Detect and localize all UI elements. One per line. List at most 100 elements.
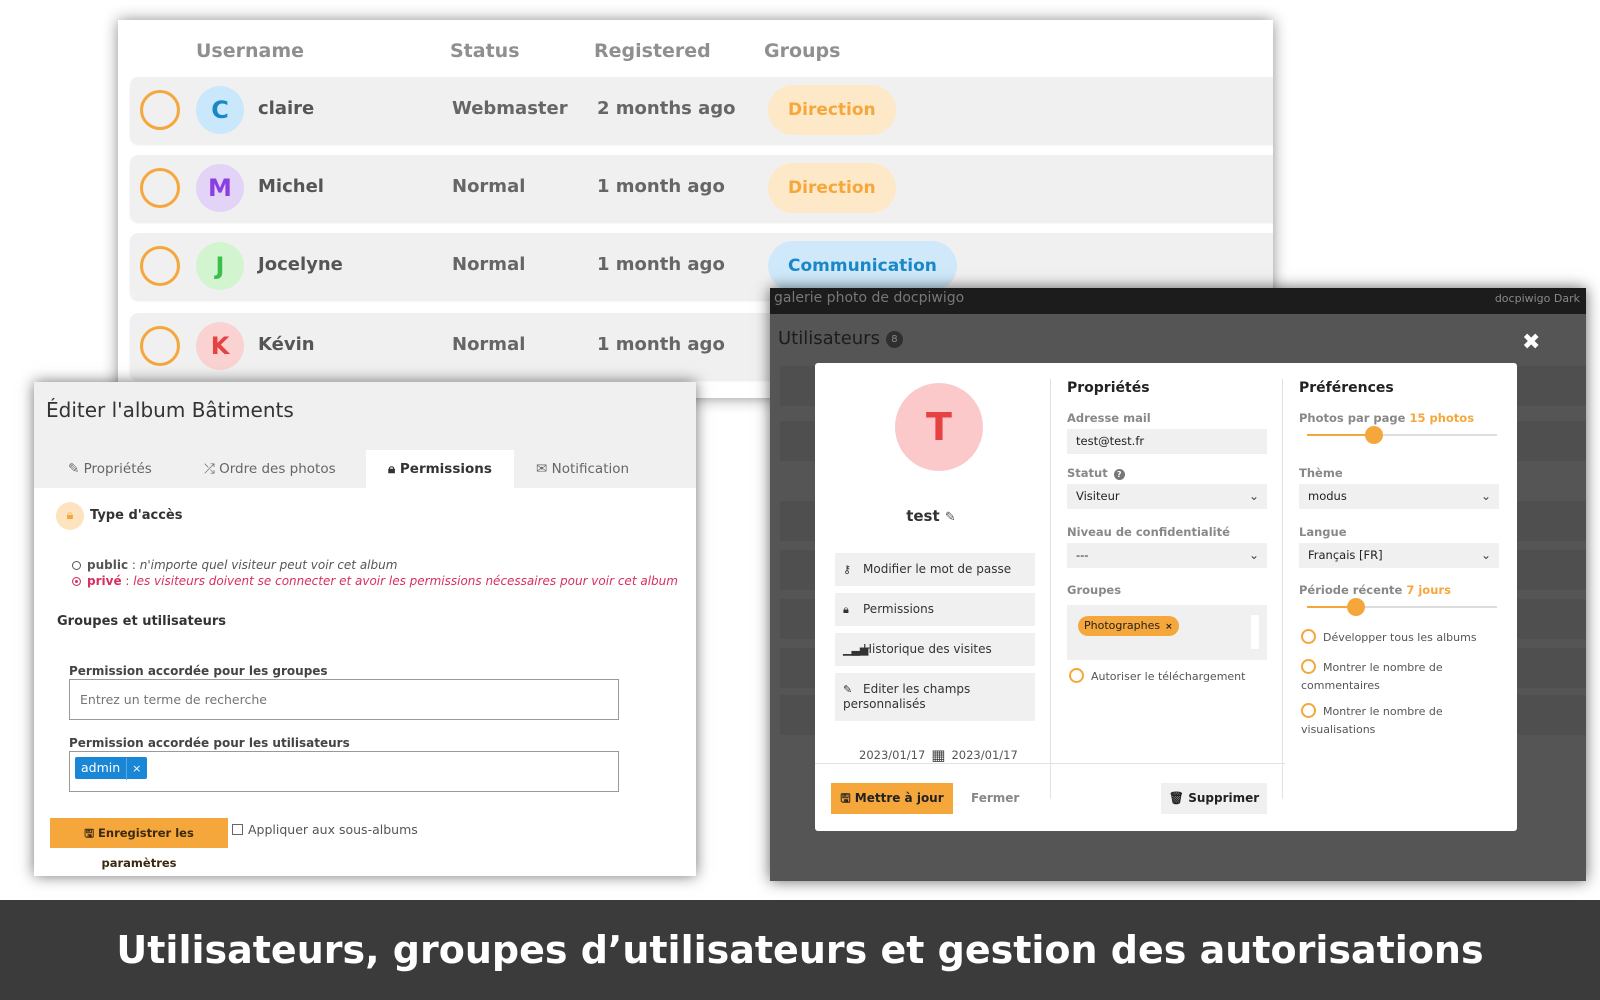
chevron-down-icon: ⌄ (1248, 489, 1259, 503)
privacy-select[interactable]: --- ⌄ (1067, 543, 1267, 568)
edit-name-pencil-icon[interactable]: ✎ (945, 510, 956, 525)
tab-permissions[interactable]: 🔒︎ Permissions (366, 450, 514, 488)
date-start: 2023/01/17 (859, 748, 926, 762)
show-views-count-option[interactable]: Montrer le nombre de visualisations (1301, 703, 1511, 739)
user-row[interactable]: M Michel Normal 1 month ago Direction (130, 155, 1273, 221)
chevron-down-icon: ⌄ (1248, 548, 1259, 562)
email-label: Adresse mail (1067, 411, 1151, 425)
topbar-user-links[interactable]: docpiwigo Dark (1495, 292, 1580, 305)
username[interactable]: Jocelyne (258, 254, 343, 275)
username[interactable]: Michel (258, 176, 324, 197)
user-summary-column: T test ✎ ⚷ Modifier le mot de passe 🔒︎ Per… (815, 363, 1047, 831)
photos-per-page-slider[interactable] (1307, 426, 1497, 444)
language-select[interactable]: Français [FR] ⌄ (1299, 543, 1499, 568)
footer-divider (815, 763, 1285, 764)
radio-dot[interactable] (72, 561, 81, 570)
show-views-count-toggle[interactable] (1301, 703, 1316, 718)
change-password-button[interactable]: ⚷ Modifier le mot de passe (835, 553, 1035, 586)
allow-download-label: Autoriser le téléchargement (1091, 670, 1246, 683)
action-label: Permissions (863, 602, 934, 616)
delete-button[interactable]: 🗑︎ Supprimer (1161, 783, 1267, 814)
remove-tag-icon[interactable]: × (126, 758, 141, 780)
expand-albums-toggle[interactable] (1301, 629, 1316, 644)
radio-description: n'importe quel visiteur peut voir cet al… (139, 558, 398, 572)
preferences-heading: Préférences (1299, 380, 1394, 396)
status-label-text: Statut (1067, 466, 1108, 480)
properties-heading: Propriétés (1067, 380, 1150, 396)
language-label: Langue (1299, 525, 1347, 539)
recent-period-slider[interactable] (1307, 598, 1497, 616)
username[interactable]: claire (258, 98, 314, 119)
row-select-toggle[interactable] (140, 90, 180, 130)
update-label: Mettre à jour (854, 791, 944, 805)
pencil-icon: ✎ (843, 683, 853, 696)
close-button[interactable]: Fermer (971, 791, 1019, 805)
row-select-toggle[interactable] (140, 168, 180, 208)
status-select[interactable]: Visiteur ⌄ (1067, 484, 1267, 509)
show-comments-count-option[interactable]: Montrer le nombre de commentaires (1301, 659, 1501, 695)
edit-custom-fields-button[interactable]: ✎ Editer les champs personnalisés (835, 673, 1035, 721)
tab-notification[interactable]: ✉ Notification (536, 450, 629, 488)
column-divider (1282, 379, 1283, 799)
radio-public[interactable]: public : n'importe quel visiteur peut vo… (72, 558, 397, 572)
row-select-toggle[interactable] (140, 326, 180, 366)
group-badge: Direction (768, 163, 896, 213)
page-title: Utilisateurs 8 (778, 328, 903, 349)
tab-properties[interactable]: ✎ Propriétés (68, 450, 152, 488)
recent-period-label: Période récente 7 jours (1299, 583, 1451, 597)
pencil-icon: ✎ (68, 461, 80, 477)
username[interactable]: Kévin (258, 334, 315, 355)
column-username[interactable]: Username (196, 40, 304, 62)
tab-photo-order[interactable]: ⤮ Ordre des photos (204, 450, 336, 488)
registered-date: 2 months ago (597, 98, 736, 119)
users-permission-field[interactable]: admin × (69, 751, 619, 792)
gallery-title[interactable]: galerie photo de docpiwigo (774, 290, 964, 306)
permissions-button[interactable]: 🔒︎ Permissions (835, 593, 1035, 626)
access-type-heading: Type d'accès (90, 508, 183, 523)
remove-tag-icon[interactable]: × (1165, 622, 1173, 632)
admin-users-panel: galerie photo de docpiwigo docpiwigo Dar… (770, 288, 1586, 881)
user-row[interactable]: C claire Webmaster 2 months ago Directio… (130, 77, 1273, 143)
date-end: 2023/01/17 (951, 748, 1018, 762)
radio-dot[interactable] (72, 577, 81, 586)
user-tag: admin × (75, 757, 148, 780)
apply-sub-albums-option[interactable]: Appliquer aux sous-albums (232, 822, 418, 837)
groups-field[interactable]: Photographes × (1067, 605, 1267, 660)
groups-permission-field[interactable] (69, 679, 619, 720)
option-label: Montrer le nombre de visualisations (1301, 705, 1443, 736)
radio-description: les visiteurs doivent se connecter et av… (133, 574, 678, 588)
apply-sub-albums-checkbox[interactable] (232, 824, 243, 835)
help-icon[interactable]: ? (1113, 469, 1125, 480)
radio-private[interactable]: privé : les visiteurs doivent se connect… (72, 574, 678, 588)
column-status[interactable]: Status (450, 40, 520, 62)
theme-select[interactable]: modus ⌄ (1299, 484, 1499, 509)
column-registered[interactable]: Registered (594, 40, 711, 62)
groups-users-heading: Groupes et utilisateurs (57, 614, 226, 629)
users-permission-label: Permission accordée pour les utilisateur… (69, 736, 350, 750)
allow-download-option[interactable]: Autoriser le téléchargement (1069, 668, 1245, 686)
save-settings-button[interactable]: 🖫 Enregistrer les paramètres (50, 818, 228, 870)
column-groups[interactable]: Groups (764, 40, 840, 62)
close-icon[interactable]: ✖ (1522, 330, 1540, 355)
email-field[interactable]: test@test.fr (1067, 429, 1267, 454)
slider-fill (1307, 434, 1374, 436)
expand-albums-option[interactable]: Développer tous les albums (1301, 629, 1501, 647)
scrollbar[interactable] (1251, 615, 1259, 649)
lock-icon: 🔒︎ (56, 502, 84, 530)
user-count-badge: 8 (885, 331, 903, 348)
slider-handle[interactable] (1364, 426, 1383, 444)
tab-label: Propriétés (83, 461, 152, 477)
row-select-toggle[interactable] (140, 246, 180, 286)
group-badge: Direction (768, 85, 896, 135)
avatar: K (196, 322, 244, 370)
avatar: M (196, 164, 244, 212)
show-comments-count-toggle[interactable] (1301, 659, 1316, 674)
allow-download-toggle[interactable] (1069, 668, 1084, 683)
update-button[interactable]: 🖫 Mettre à jour (831, 783, 953, 814)
user-status: Normal (452, 254, 526, 275)
language-value: Français [FR] (1308, 548, 1383, 562)
group-search-input[interactable] (70, 680, 618, 719)
slider-handle[interactable] (1347, 598, 1366, 616)
photos-per-page-label: Photos par page 15 photos (1299, 411, 1474, 425)
visit-history-button[interactable]: ▁▃▅Historique des visites (835, 633, 1035, 666)
